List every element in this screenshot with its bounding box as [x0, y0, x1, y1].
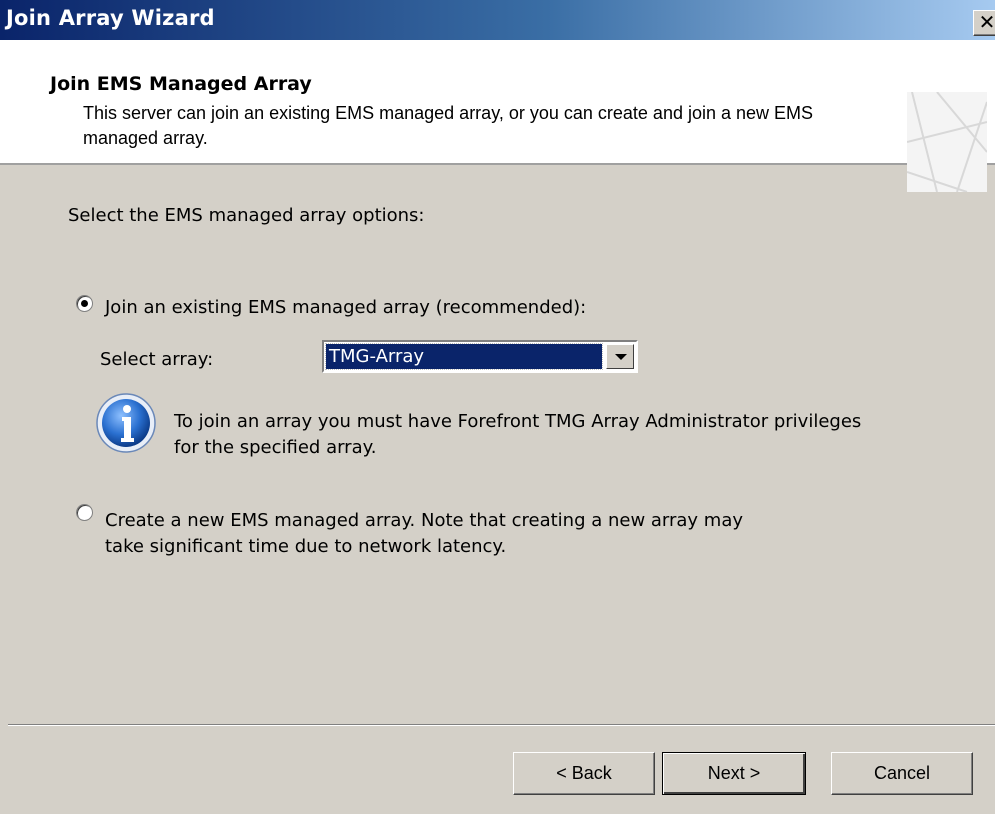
array-select-value[interactable]: TMG-Array [325, 343, 603, 370]
back-button[interactable]: < Back [513, 752, 655, 795]
array-select[interactable]: TMG-Array [322, 340, 638, 373]
chevron-down-icon[interactable] [606, 344, 634, 369]
title-bar[interactable]: Join Array Wizard ✕ [0, 0, 995, 40]
footer-divider [8, 724, 995, 726]
radio-selected-dot [81, 300, 88, 307]
options-prompt: Select the EMS managed array options: [68, 205, 425, 226]
info-text-line2: for the specified array. [174, 437, 377, 458]
wizard-header: Join EMS Managed Array This server can j… [0, 40, 995, 192]
join-existing-label[interactable]: Join an existing EMS managed array (reco… [105, 297, 586, 318]
info-text-line1: To join an array you must have Forefront… [174, 411, 862, 432]
cancel-button[interactable]: Cancel [831, 752, 973, 795]
create-new-radio[interactable] [76, 504, 93, 521]
close-icon: ✕ [978, 10, 995, 34]
join-existing-radio[interactable] [76, 295, 93, 312]
info-icon [96, 393, 156, 453]
create-new-label-line1[interactable]: Create a new EMS managed array. Note tha… [105, 510, 743, 531]
select-array-label: Select array: [100, 349, 214, 370]
page-title: Join EMS Managed Array [50, 73, 312, 95]
close-button[interactable]: ✕ [973, 10, 995, 36]
next-button[interactable]: Next > [662, 752, 806, 795]
window-title: Join Array Wizard [6, 6, 215, 30]
page-description: This server can join an existing EMS man… [83, 103, 814, 148]
create-new-label-line2[interactable]: take significant time due to network lat… [105, 536, 506, 557]
wizard-graphic-icon [907, 92, 987, 192]
